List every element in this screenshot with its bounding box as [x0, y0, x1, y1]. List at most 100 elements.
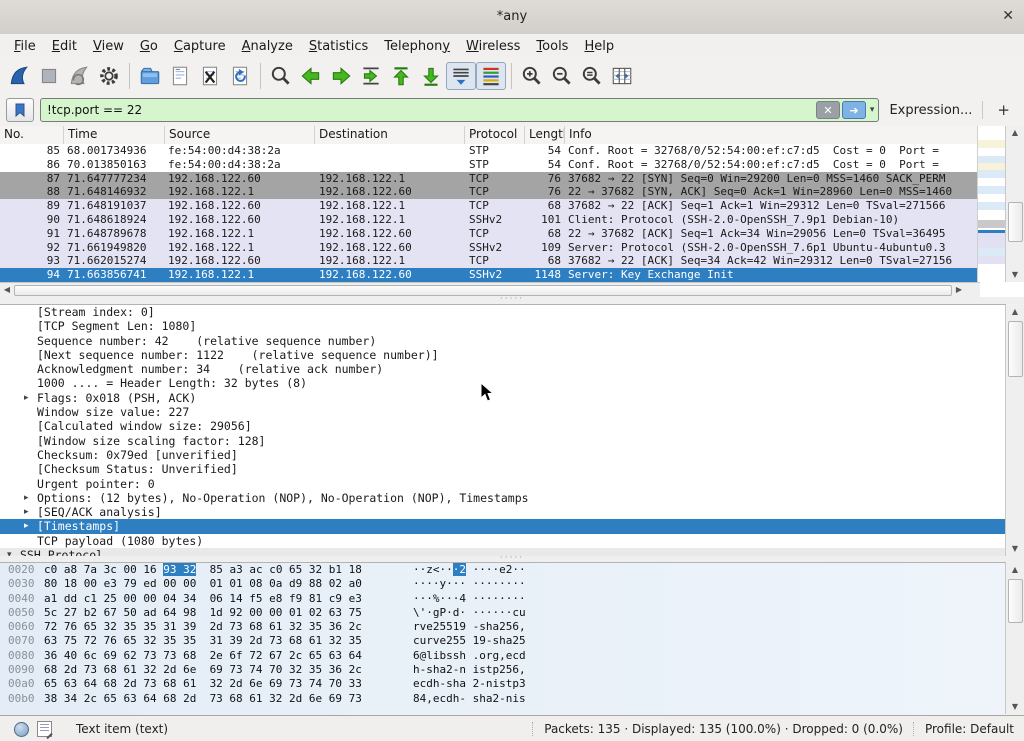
scroll-down-icon[interactable]: ▼	[1006, 542, 1024, 556]
open-file-icon[interactable]	[135, 61, 165, 91]
column-header-time[interactable]: Time	[64, 126, 165, 144]
column-header-source[interactable]: Source	[165, 126, 315, 144]
menu-capture[interactable]: Capture	[166, 37, 234, 56]
close-file-icon[interactable]	[195, 61, 225, 91]
menu-tools[interactable]: Tools	[528, 37, 576, 56]
detail-line[interactable]: Window size value: 227	[0, 405, 1006, 419]
add-filter-button[interactable]: +	[989, 101, 1018, 119]
scroll-up-icon[interactable]: ▲	[1006, 126, 1024, 140]
filter-dropdown-caret-icon[interactable]: ▾	[870, 105, 875, 115]
detail-line[interactable]: [TCP Segment Len: 1080]	[0, 319, 1006, 333]
packet-row[interactable]: 8568.001734936fe:54:00:d4:38:2aSTP54Conf…	[0, 144, 978, 158]
detail-line[interactable]: [Next sequence number: 1122 (relative se…	[0, 348, 1006, 362]
ascii-bytes[interactable]: 84,ecdh- sha2-nis	[413, 692, 526, 706]
colorize-icon[interactable]	[476, 62, 506, 90]
reload-file-icon[interactable]	[225, 61, 255, 91]
scroll-down-icon[interactable]: ▼	[1006, 700, 1024, 714]
hex-selected-bytes[interactable]: 93 32	[163, 563, 196, 576]
packet-row[interactable]: 9071.648618924192.168.122.60192.168.122.…	[0, 213, 978, 227]
ascii-bytes[interactable]: curve255 19-sha25	[413, 634, 526, 648]
scroll-down-icon[interactable]: ▼	[1006, 268, 1024, 282]
ascii-bytes[interactable]: ecdh-sha 2-nistp3	[413, 677, 526, 691]
ascii-bytes[interactable]: h-sha2-n istp256,	[413, 663, 526, 677]
collapsed-arrow-icon[interactable]: ▸	[24, 519, 34, 533]
scroll-up-icon[interactable]: ▲	[1006, 305, 1024, 319]
packet-row[interactable]: 8971.648191037192.168.122.60192.168.122.…	[0, 199, 978, 213]
ascii-bytes[interactable]: ··z<···2 ····e2··	[413, 563, 526, 577]
hex-bytes[interactable]: a1 dd c1 25 00 00 04 34 06 14 f5 e8 f9 8…	[44, 592, 362, 606]
go-back-icon[interactable]	[296, 61, 326, 91]
menu-view[interactable]: View	[85, 37, 132, 56]
menu-analyze[interactable]: Analyze	[234, 37, 301, 56]
details-vscrollbar[interactable]: ▲ ▼	[1005, 305, 1024, 556]
hex-row[interactable]: 00505c 27 b2 67 50 ad 64 98 1d 92 00 00 …	[0, 606, 1006, 620]
hscrollbar-thumb[interactable]	[14, 285, 952, 296]
column-header-no[interactable]: No.	[0, 126, 64, 144]
go-forward-icon[interactable]	[326, 61, 356, 91]
filter-clear-button[interactable]: ✕	[816, 101, 840, 119]
collapsed-arrow-icon[interactable]: ▸	[24, 391, 34, 405]
ascii-bytes[interactable]: ···%···4 ········	[413, 592, 526, 606]
ascii-bytes[interactable]: 6@libssh .org,ecd	[413, 649, 526, 663]
close-window-button[interactable]: ✕	[1002, 8, 1014, 24]
hex-row[interactable]: 0040a1 dd c1 25 00 00 04 34 06 14 f5 e8 …	[0, 592, 1006, 606]
hex-row[interactable]: 009068 2d 73 68 61 32 2d 6e 69 73 74 70 …	[0, 663, 1006, 677]
scroll-right-icon[interactable]: ▶	[952, 283, 966, 297]
menu-help[interactable]: Help	[576, 37, 622, 56]
detail-line[interactable]: [Window size scaling factor: 128]	[0, 434, 1006, 448]
packet-row[interactable]: 8871.648146932192.168.122.1192.168.122.6…	[0, 185, 978, 199]
stop-capture-icon[interactable]	[34, 61, 64, 91]
restart-capture-icon[interactable]	[64, 61, 94, 91]
detail-line[interactable]: Acknowledgment number: 34 (relative ack …	[0, 362, 1006, 376]
find-packet-icon[interactable]	[266, 61, 296, 91]
collapsed-arrow-icon[interactable]: ▸	[24, 505, 34, 519]
profile-text[interactable]: Profile: Default	[925, 722, 1014, 736]
detail-line[interactable]: TCP payload (1080 bytes)	[0, 534, 1006, 548]
detail-line[interactable]: [Checksum Status: Unverified]	[0, 462, 1006, 476]
menu-go[interactable]: Go	[132, 37, 166, 56]
detail-line[interactable]: Urgent pointer: 0	[0, 477, 1006, 491]
intelligent-scrollbar-minimap[interactable]	[977, 126, 1006, 282]
resize-columns-icon[interactable]	[607, 61, 637, 91]
hex-row[interactable]: 006072 76 65 32 35 35 31 39 2d 73 68 61 …	[0, 620, 1006, 634]
ascii-bytes[interactable]: rve25519 -sha256,	[413, 620, 526, 634]
hex-bytes[interactable]: 68 2d 73 68 61 32 2d 6e 69 73 74 70 32 3…	[44, 663, 362, 677]
column-header-destination[interactable]: Destination	[315, 126, 465, 144]
detail-line[interactable]: 1000 .... = Header Length: 32 bytes (8)	[0, 376, 1006, 390]
expert-info-icon[interactable]	[14, 722, 29, 737]
pane-splitter-top[interactable]: ·····	[0, 297, 1024, 304]
menu-file[interactable]: File	[6, 37, 44, 56]
packet-row[interactable]: 8670.013850163fe:54:00:d4:38:2aSTP54Conf…	[0, 158, 978, 172]
hex-row[interactable]: 007063 75 72 76 65 32 35 35 31 39 2d 73 …	[0, 634, 1006, 648]
hex-bytes[interactable]: 63 75 72 76 65 32 35 35 31 39 2d 73 68 6…	[44, 634, 362, 648]
menu-telephony[interactable]: Telephony	[376, 37, 458, 56]
column-header-protocol[interactable]: Protocol	[465, 126, 525, 144]
detail-line[interactable]: ▸[Timestamps]	[0, 519, 1006, 533]
menu-statistics[interactable]: Statistics	[301, 37, 376, 56]
scroll-up-icon[interactable]: ▲	[1006, 563, 1024, 577]
ascii-bytes[interactable]: ····y··· ········	[413, 577, 526, 591]
detail-line[interactable]: ▸Options: (12 bytes), No-Operation (NOP)…	[0, 491, 1006, 505]
filter-bookmark-button[interactable]	[6, 98, 34, 122]
start-capture-icon[interactable]	[4, 61, 34, 91]
detail-line[interactable]: [Calculated window size: 29056]	[0, 419, 1006, 433]
zoom-out-icon[interactable]	[547, 61, 577, 91]
filter-apply-button[interactable]: ➜	[842, 101, 866, 119]
hex-row[interactable]: 00b038 34 2c 65 63 64 68 2d 73 68 61 32 …	[0, 692, 1006, 706]
hex-bytes[interactable]: 80 18 00 e3 79 ed 00 00 01 01 08 0a d9 8…	[44, 577, 362, 591]
go-to-packet-icon[interactable]	[356, 61, 386, 91]
packet-row[interactable]: 9171.648789678192.168.122.1192.168.122.6…	[0, 227, 978, 241]
auto-scroll-icon[interactable]	[446, 62, 476, 90]
capture-options-icon[interactable]	[94, 61, 124, 91]
packet-list-vscrollbar[interactable]: ▲ ▼	[1005, 126, 1024, 282]
hex-row[interactable]: 0020c0 a8 7a 3c 00 16 93 32 85 a3 ac c0 …	[0, 563, 1006, 577]
menu-edit[interactable]: Edit	[44, 37, 85, 56]
zoom-100-icon[interactable]	[577, 61, 607, 91]
packet-row[interactable]: 9471.663856741192.168.122.1192.168.122.6…	[0, 268, 978, 282]
detail-line[interactable]: Checksum: 0x79ed [unverified]	[0, 448, 1006, 462]
hex-bytes[interactable]: c0 a8 7a 3c 00 16 93 32 85 a3 ac c0 65 3…	[44, 563, 362, 577]
capture-comment-icon[interactable]	[37, 721, 52, 737]
hex-bytes[interactable]: 38 34 2c 65 63 64 68 2d 73 68 61 32 2d 6…	[44, 692, 362, 706]
detail-line[interactable]: ▸[SEQ/ACK analysis]	[0, 505, 1006, 519]
ascii-bytes[interactable]: \'·gP·d· ······cu	[413, 606, 526, 620]
